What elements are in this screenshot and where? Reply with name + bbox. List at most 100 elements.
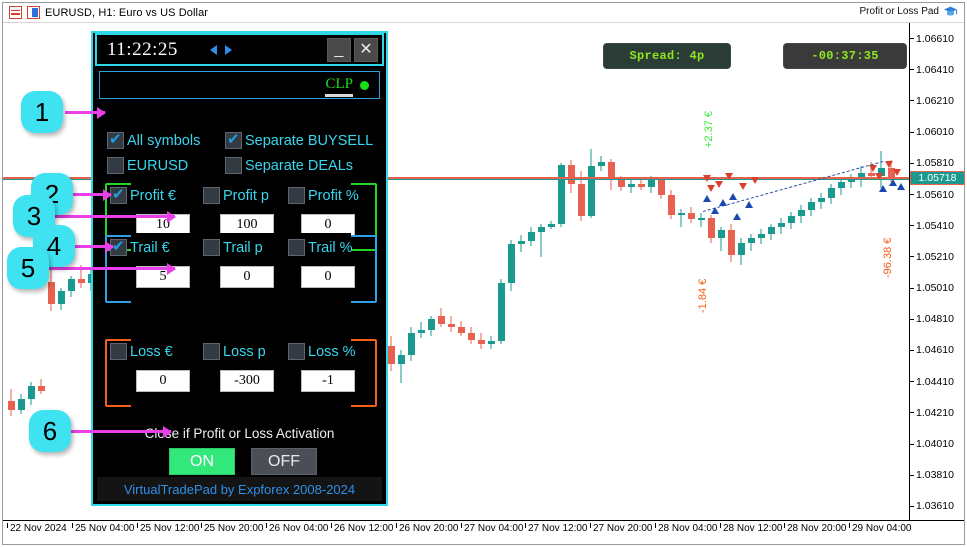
profit-points-checkbox[interactable] [203, 187, 220, 204]
candlestick [738, 238, 745, 265]
candlestick [548, 221, 555, 229]
chevron-left-icon[interactable] [210, 45, 217, 55]
checkbox-loss-points[interactable]: Loss p [203, 343, 266, 360]
candlestick [38, 379, 45, 395]
callout-arrow-5 [49, 267, 175, 270]
time-axis-tick: 28 Nov 20:00 [784, 523, 847, 534]
candlestick [468, 327, 475, 344]
checkbox-trail-percent[interactable]: Trail % [288, 239, 353, 256]
trail-percent-input[interactable]: 0 [301, 266, 355, 288]
checkbox-profit-points[interactable]: Profit p [203, 187, 269, 204]
panel-clock: 11:22:25 [107, 39, 178, 61]
candlestick [768, 224, 775, 240]
time-axis-tick: 26 Nov 04:00 [266, 523, 329, 534]
checkbox-profit-eur[interactable]: Profit € [110, 187, 176, 204]
graduation-cap-icon[interactable] [943, 5, 958, 18]
candlestick [518, 235, 525, 252]
price-axis-tick: 1.05610 [910, 189, 964, 201]
candlestick [538, 224, 545, 257]
all-symbols-checkbox[interactable] [107, 132, 124, 149]
buy-marker-icon [879, 185, 887, 192]
candlestick [798, 205, 805, 222]
separate-buysell-checkbox[interactable] [225, 132, 242, 149]
time-axis-tick: 29 Nov 04:00 [849, 523, 912, 534]
sell-marker-icon [893, 169, 901, 176]
all-symbols-label: All symbols [127, 133, 200, 149]
chart-list-icon [9, 6, 22, 19]
checkbox-loss-eur[interactable]: Loss € [110, 343, 173, 360]
checkbox-trail-eur[interactable]: Trail € [110, 239, 170, 256]
activation-on-button[interactable]: ON [169, 448, 235, 475]
price-axis-tick: 1.05010 [910, 282, 964, 294]
time-axis-tick: 27 Nov 12:00 [525, 523, 588, 534]
time-axis-tick: 27 Nov 04:00 [461, 523, 524, 534]
callout-badge-1: 1 [21, 91, 63, 133]
profit-eur-checkbox[interactable] [110, 187, 127, 204]
chart-annotation: -1.84 € [697, 279, 709, 313]
price-axis-tick: 1.05210 [910, 251, 964, 263]
price-axis-tick: 1.06610 [910, 33, 964, 45]
candlestick [388, 336, 395, 370]
buy-marker-icon [889, 179, 897, 186]
candlestick [418, 322, 425, 338]
checkbox-eurusd[interactable]: EURUSD [107, 157, 188, 174]
eurusd-checkbox[interactable] [107, 157, 124, 174]
time-axis[interactable]: 22 Nov 202425 Nov 04:0025 Nov 12:0025 No… [3, 520, 964, 544]
corner-label: Profit or Loss Pad [860, 6, 939, 17]
price-axis-tick: 1.05810 [910, 157, 964, 169]
candlestick [428, 316, 435, 336]
checkbox-loss-percent[interactable]: Loss % [288, 343, 356, 360]
trail-points-checkbox[interactable] [203, 239, 220, 256]
trail-points-input[interactable]: 0 [220, 266, 274, 288]
chevron-right-icon[interactable] [225, 45, 232, 55]
price-axis[interactable]: 1.066101.064101.062101.060101.058101.056… [909, 23, 964, 520]
candlestick [628, 180, 635, 192]
loss-points-checkbox[interactable] [203, 343, 220, 360]
candlestick [458, 321, 465, 337]
eurusd-label: EURUSD [127, 158, 188, 174]
activation-off-button[interactable]: OFF [251, 448, 317, 475]
candlestick [748, 234, 755, 251]
loss-percent-input[interactable]: -1 [301, 370, 355, 392]
separate-buysell-label: Separate BUYSELL [245, 133, 373, 149]
loss-points-input[interactable]: -300 [220, 370, 274, 392]
chart-annotation: +2.37 € [703, 111, 715, 148]
candlestick [658, 177, 665, 199]
candlestick [758, 229, 765, 245]
close-button[interactable]: ✕ [354, 38, 378, 62]
loss-eur-checkbox[interactable] [110, 343, 127, 360]
separate-deals-checkbox[interactable] [225, 157, 242, 174]
minimize-button[interactable]: _ [327, 38, 351, 62]
trail-percent-checkbox[interactable] [288, 239, 305, 256]
candlestick [778, 218, 785, 234]
price-axis-tick: 1.04810 [910, 313, 964, 325]
panel-nav [210, 45, 232, 55]
current-price-label: 1.05718 [910, 171, 965, 185]
price-axis-tick: 1.06410 [910, 64, 964, 76]
profit-points-label: Profit p [223, 188, 269, 204]
window-titlebar: EURUSD, H1: Euro vs US Dollar Profit or … [3, 3, 964, 23]
loss-eur-input[interactable]: 0 [136, 370, 190, 392]
candlestick [808, 198, 815, 217]
chart-annotation: -96.38 € [882, 238, 894, 278]
time-axis-tick: 27 Nov 20:00 [590, 523, 653, 534]
sell-marker-icon [869, 165, 877, 172]
candlestick [58, 288, 65, 310]
candlestick [438, 308, 445, 327]
checkbox-profit-percent[interactable]: Profit % [288, 187, 359, 204]
candlestick [608, 159, 615, 190]
panel-footer-text: VirtualTradePad by Expforex 2008-2024 [124, 482, 355, 497]
template-icon [27, 6, 40, 19]
sell-marker-icon [703, 175, 711, 182]
callout-arrow-1 [65, 111, 105, 114]
callout-arrow-4 [73, 245, 113, 248]
checkbox-separate-buysell[interactable]: Separate BUYSELL [225, 132, 373, 149]
checkbox-separate-deals[interactable]: Separate DEALs [225, 157, 353, 174]
clp-label[interactable]: CLP [325, 76, 353, 97]
candlestick [68, 276, 75, 298]
checkbox-all-symbols[interactable]: All symbols [107, 132, 200, 149]
loss-percent-checkbox[interactable] [288, 343, 305, 360]
profit-percent-checkbox[interactable] [288, 187, 305, 204]
price-axis-tick: 1.04010 [910, 438, 964, 450]
checkbox-trail-points[interactable]: Trail p [203, 239, 263, 256]
